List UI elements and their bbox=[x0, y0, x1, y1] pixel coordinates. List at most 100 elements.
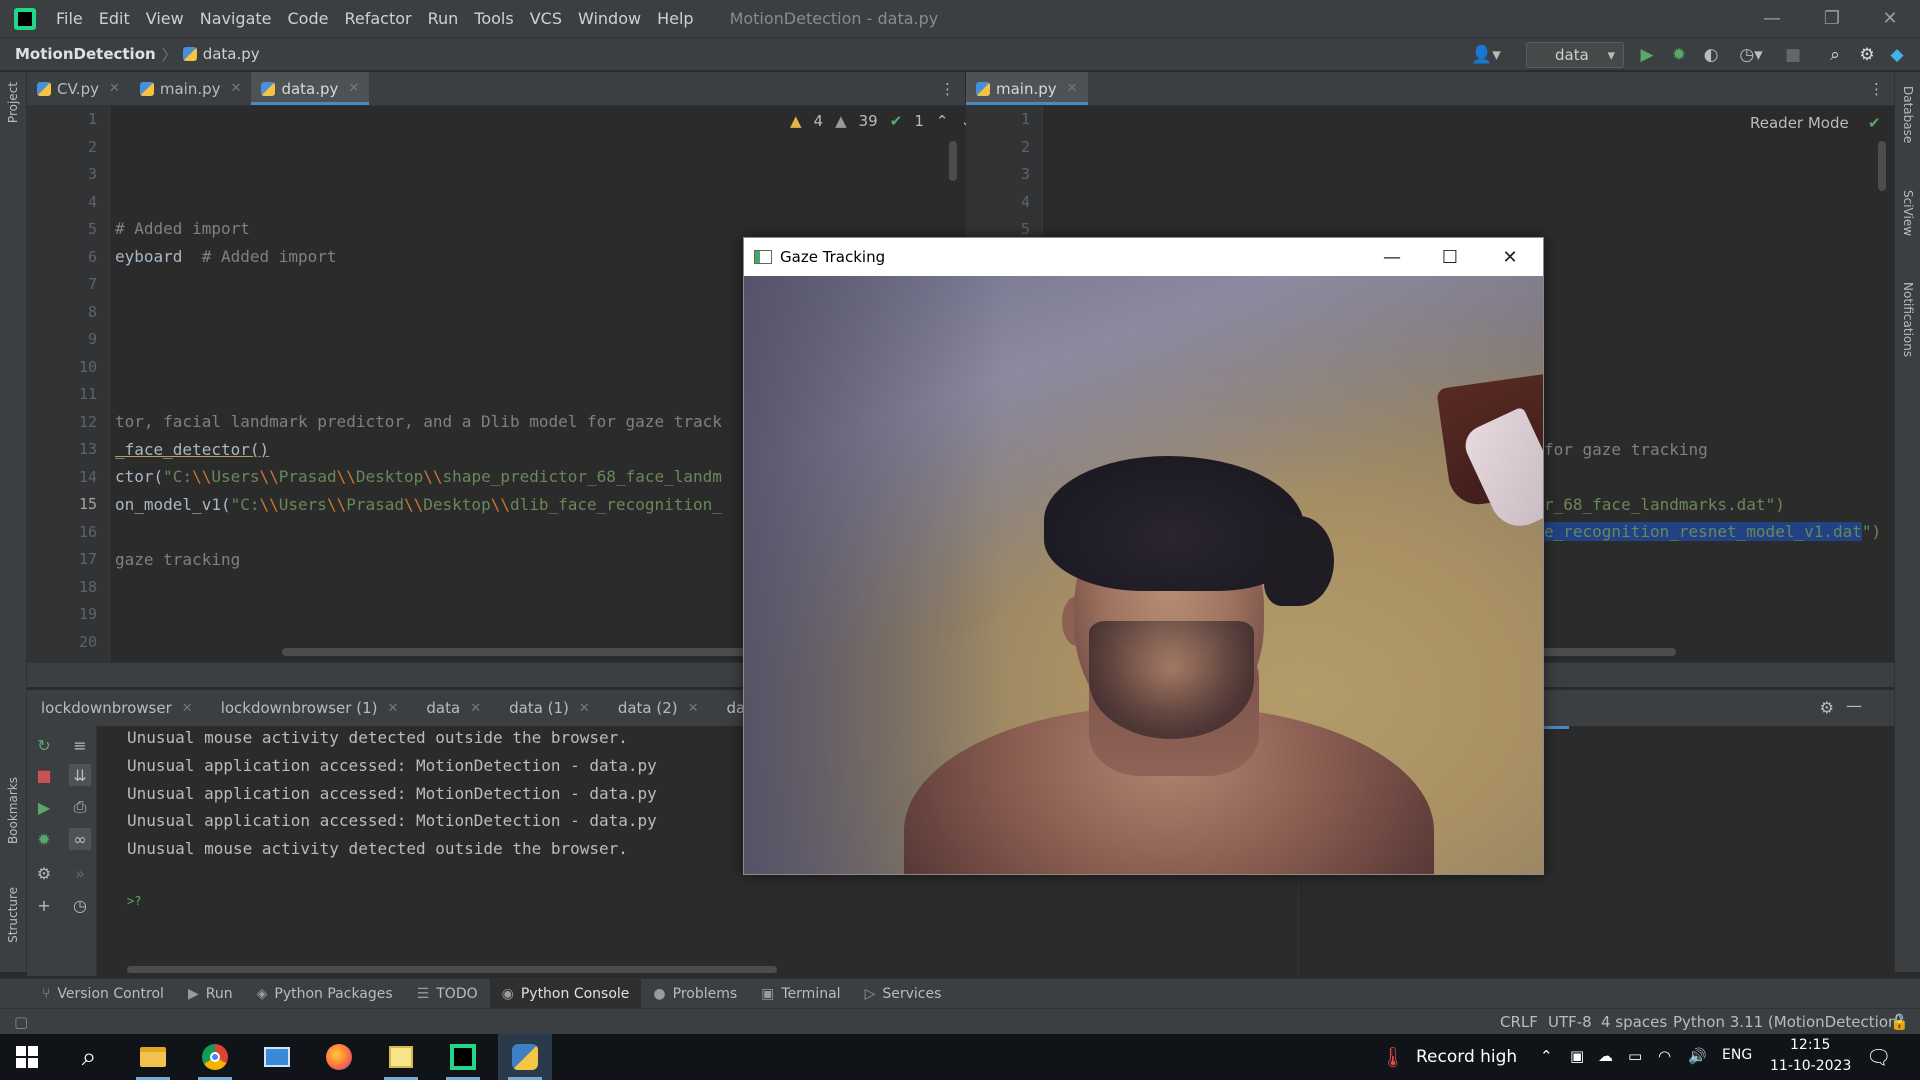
tab-main-py-right[interactable]: main.py ✕ bbox=[966, 72, 1088, 105]
tool-tab-run[interactable]: ▶ Run bbox=[176, 979, 245, 1009]
chrome-icon[interactable] bbox=[188, 1034, 242, 1080]
hide-panel-icon[interactable]: — bbox=[1846, 696, 1862, 715]
stop-icon[interactable]: ■ bbox=[33, 764, 55, 786]
tool-tab-terminal[interactable]: ▣ Terminal bbox=[749, 979, 852, 1009]
clock-time[interactable]: 12:15 bbox=[1790, 1037, 1830, 1053]
console-tab[interactable]: lockdownbrowser ✕ bbox=[27, 699, 207, 717]
coverage-icon[interactable]: ◐ bbox=[1700, 44, 1722, 66]
pycharm-taskbar-icon[interactable] bbox=[436, 1034, 490, 1080]
encoding-widget[interactable]: UTF-8 bbox=[1548, 1013, 1592, 1031]
console-prompt[interactable]: >? bbox=[127, 894, 141, 908]
close-tab-icon[interactable]: ✕ bbox=[1067, 81, 1078, 96]
menu-vcs[interactable]: VCS bbox=[522, 9, 570, 28]
close-tab-icon[interactable]: ✕ bbox=[348, 81, 359, 96]
gear-icon[interactable]: ⚙ bbox=[33, 862, 55, 884]
gaze-tracking-window[interactable]: Gaze Tracking — ☐ ✕ bbox=[743, 237, 1544, 875]
close-icon[interactable]: ✕ bbox=[1860, 0, 1920, 37]
notifications-tool-button[interactable]: Notifications bbox=[1901, 282, 1915, 357]
volume-icon[interactable]: 🔊 bbox=[1688, 1047, 1707, 1065]
close-tab-icon[interactable]: ✕ bbox=[109, 81, 120, 96]
gear-icon[interactable]: ⚙ bbox=[1820, 698, 1834, 717]
tool-tab-python-packages[interactable]: ◈ Python Packages bbox=[245, 979, 405, 1009]
horizontal-scrollbar[interactable] bbox=[127, 966, 777, 973]
windows-start-icon[interactable] bbox=[0, 1034, 54, 1080]
jetbrains-icon[interactable]: ◆ bbox=[1886, 44, 1908, 66]
menu-code[interactable]: Code bbox=[280, 9, 337, 28]
console-tab[interactable]: data (1) ✕ bbox=[495, 699, 604, 717]
more-tabs-icon[interactable]: ⋮ bbox=[1869, 80, 1884, 98]
file-explorer-icon[interactable] bbox=[126, 1034, 180, 1080]
inspection-widget[interactable]: ▲4 ▲39 ✔1 ⌃ ⌄ bbox=[790, 112, 973, 130]
minimize-icon[interactable]: — bbox=[1742, 0, 1802, 37]
run-icon[interactable]: ▶ bbox=[33, 796, 55, 818]
firefox-icon[interactable] bbox=[312, 1034, 366, 1080]
language-indicator[interactable]: ENG bbox=[1722, 1047, 1752, 1063]
menu-help[interactable]: Help bbox=[649, 9, 701, 28]
stop-icon[interactable]: ■ bbox=[1782, 44, 1804, 66]
close-tab-icon[interactable]: ✕ bbox=[231, 81, 242, 96]
breadcrumb-project[interactable]: MotionDetection bbox=[15, 45, 156, 63]
more-tabs-icon[interactable]: ⋮ bbox=[940, 80, 955, 98]
gear-icon[interactable]: ⚙ bbox=[1856, 44, 1878, 66]
tool-tab-problems[interactable]: ● Problems bbox=[641, 979, 749, 1009]
menu-edit[interactable]: Edit bbox=[91, 9, 138, 28]
close-tab-icon[interactable]: ✕ bbox=[688, 701, 699, 716]
menu-refactor[interactable]: Refactor bbox=[336, 9, 419, 28]
indent-widget[interactable]: 4 spaces bbox=[1601, 1013, 1667, 1031]
weather-label[interactable]: Record high bbox=[1416, 1047, 1517, 1067]
scroll-to-end-icon[interactable]: ⇊ bbox=[69, 764, 91, 786]
close-tab-icon[interactable]: ✕ bbox=[182, 701, 193, 716]
lock-icon[interactable]: 🔓 bbox=[1890, 1013, 1909, 1031]
run-configuration-select[interactable]: data bbox=[1526, 42, 1624, 68]
more-icon[interactable]: » bbox=[69, 862, 91, 884]
add-icon[interactable]: + bbox=[33, 894, 55, 916]
menu-run[interactable]: Run bbox=[420, 9, 467, 28]
database-tool-button[interactable]: Database bbox=[1901, 86, 1915, 143]
gaze-window-titlebar[interactable]: Gaze Tracking — ☐ ✕ bbox=[744, 238, 1543, 276]
wifi-icon[interactable]: ◠ bbox=[1658, 1047, 1671, 1065]
breadcrumb-file[interactable]: data.py bbox=[182, 45, 260, 63]
show-variables-icon[interactable]: ∞ bbox=[69, 828, 91, 850]
tool-tab-services[interactable]: ▷ Services bbox=[853, 979, 954, 1009]
menu-window[interactable]: Window bbox=[570, 9, 649, 28]
print-icon[interactable]: ⎙ bbox=[69, 796, 91, 818]
python-taskbar-icon[interactable] bbox=[498, 1034, 552, 1080]
console-tab[interactable]: data (2) ✕ bbox=[604, 699, 713, 717]
console-tab[interactable]: data ✕ bbox=[412, 699, 495, 717]
mail-app-icon[interactable] bbox=[250, 1034, 304, 1080]
sciview-tool-button[interactable]: SciView bbox=[1901, 190, 1915, 236]
profile-icon[interactable]: ◷▾ bbox=[1734, 44, 1768, 66]
horizontal-scrollbar[interactable] bbox=[282, 648, 767, 656]
onedrive-icon[interactable]: ☁ bbox=[1598, 1047, 1613, 1065]
toggle-tool-windows-icon[interactable]: ▢ bbox=[14, 1013, 28, 1031]
tab-data-py[interactable]: data.py ✕ bbox=[251, 72, 370, 105]
clock-date[interactable]: 11-10-2023 bbox=[1770, 1058, 1851, 1074]
tool-tab-version-control[interactable]: ⑂ Version Control bbox=[30, 979, 176, 1009]
close-tab-icon[interactable]: ✕ bbox=[387, 701, 398, 716]
close-tab-icon[interactable]: ✕ bbox=[579, 701, 590, 716]
tab-main-py[interactable]: main.py ✕ bbox=[130, 72, 252, 105]
menu-file[interactable]: File bbox=[48, 9, 91, 28]
notification-center-icon[interactable]: 🗨 bbox=[1866, 1045, 1891, 1069]
bookmarks-tool-button[interactable]: Bookmarks bbox=[6, 777, 20, 844]
structure-tool-button[interactable]: Structure bbox=[6, 887, 20, 943]
debug-icon[interactable]: ✹ bbox=[33, 828, 55, 850]
vertical-scrollbar[interactable] bbox=[949, 141, 957, 181]
console-tab[interactable]: lockdownbrowser (1) ✕ bbox=[207, 699, 413, 717]
tool-tab-todo[interactable]: ☰ TODO bbox=[405, 979, 490, 1009]
user-icon[interactable]: 👤▾ bbox=[1468, 44, 1504, 66]
restore-icon[interactable]: ❐ bbox=[1802, 0, 1862, 37]
close-icon[interactable]: ✕ bbox=[1481, 238, 1539, 276]
battery-icon[interactable]: ▭ bbox=[1628, 1047, 1642, 1065]
run-icon[interactable]: ▶ bbox=[1636, 44, 1658, 66]
maximize-icon[interactable]: ☐ bbox=[1421, 238, 1479, 276]
show-hidden-icons-icon[interactable]: ⌃ bbox=[1540, 1047, 1553, 1065]
tool-tab-python-console[interactable]: ◉ Python Console bbox=[489, 978, 642, 1009]
history-icon[interactable]: ◷ bbox=[69, 894, 91, 916]
vertical-scrollbar[interactable] bbox=[1878, 141, 1886, 191]
search-icon[interactable]: ⌕ bbox=[1824, 44, 1846, 66]
menu-navigate[interactable]: Navigate bbox=[192, 9, 280, 28]
rerun-icon[interactable]: ↻ bbox=[33, 734, 55, 756]
menu-view[interactable]: View bbox=[138, 9, 192, 28]
reader-mode-toggle[interactable]: Reader Mode bbox=[1750, 114, 1849, 132]
